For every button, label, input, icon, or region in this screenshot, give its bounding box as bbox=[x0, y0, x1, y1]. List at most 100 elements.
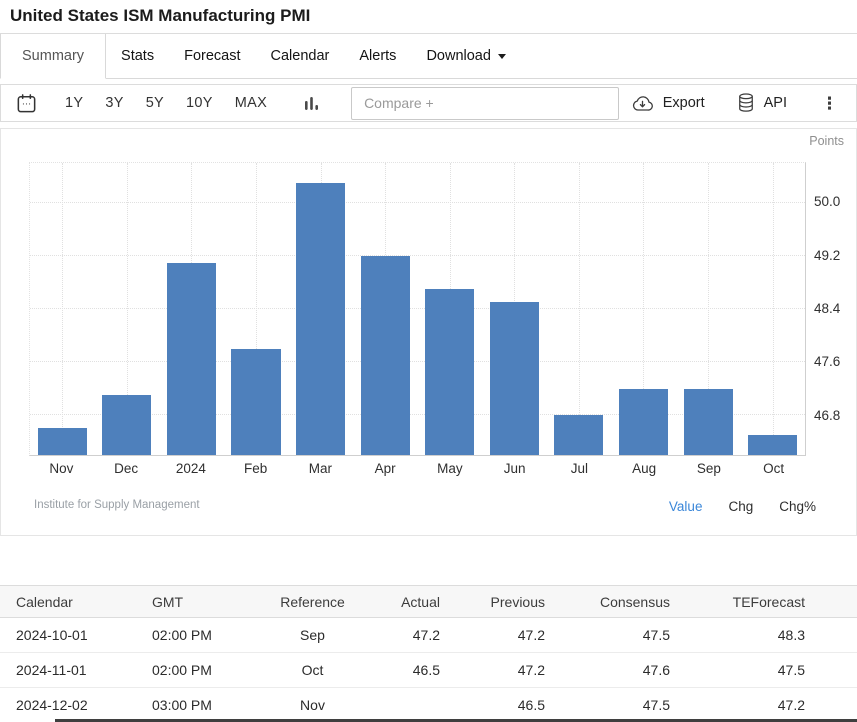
bar-slot bbox=[482, 163, 547, 455]
cell-consensus: 47.6 bbox=[570, 653, 695, 688]
calendar-icon[interactable] bbox=[15, 92, 38, 115]
cell-actual bbox=[365, 688, 465, 722]
bar-slot bbox=[353, 163, 418, 455]
gridline bbox=[579, 163, 580, 455]
tab-stats[interactable]: Stats bbox=[106, 34, 169, 78]
mode-value[interactable]: Value bbox=[669, 499, 703, 514]
cell-consensus: 47.5 bbox=[570, 618, 695, 653]
bar-sep[interactable] bbox=[684, 389, 733, 455]
x-axis-label-mar: Mar bbox=[288, 461, 353, 476]
ism-pmi-page: United States ISM Manufacturing PMI Summ… bbox=[0, 0, 857, 722]
bar-chart-icon[interactable] bbox=[304, 94, 320, 112]
range-buttons: 1Y 3Y 5Y 10Y MAX bbox=[65, 95, 267, 111]
table-row: 2024-11-0102:00 PMOct46.547.247.647.5 bbox=[0, 653, 857, 688]
x-axis-label-jul: Jul bbox=[547, 461, 612, 476]
cell-actual: 47.2 bbox=[365, 618, 465, 653]
x-axis-label-oct: Oct bbox=[741, 461, 806, 476]
export-button[interactable]: Export bbox=[630, 94, 705, 113]
cloud-download-icon bbox=[630, 94, 655, 113]
bar-aug[interactable] bbox=[619, 389, 668, 455]
x-axis-label-2024: 2024 bbox=[159, 461, 224, 476]
range-1y[interactable]: 1Y bbox=[65, 95, 83, 111]
tab-calendar[interactable]: Calendar bbox=[256, 34, 345, 78]
table-header-row: CalendarGMTReferenceActualPreviousConsen… bbox=[0, 586, 857, 618]
bar-may[interactable] bbox=[425, 289, 474, 455]
cell-teforecast: 47.2 bbox=[695, 688, 857, 722]
tab-forecast[interactable]: Forecast bbox=[169, 34, 255, 78]
bar-jun[interactable] bbox=[490, 302, 539, 455]
table-row: 2024-10-0102:00 PMSep47.247.247.548.3 bbox=[0, 618, 857, 653]
tab-download[interactable]: Download bbox=[411, 34, 521, 78]
gridline bbox=[773, 163, 774, 455]
x-axis-label-nov: Nov bbox=[29, 461, 94, 476]
caret-down-icon bbox=[498, 54, 506, 59]
cell-teforecast: 48.3 bbox=[695, 618, 857, 653]
x-axis-label-jun: Jun bbox=[482, 461, 547, 476]
cell-reference: Oct bbox=[260, 653, 365, 688]
column-header-teforecast: TEForecast bbox=[695, 586, 857, 618]
bar-slot bbox=[547, 163, 612, 455]
x-axis-labels: NovDec2024FebMarAprMayJunJulAugSepOct bbox=[29, 461, 806, 476]
bar-slot bbox=[611, 163, 676, 455]
cell-calendar: 2024-11-01 bbox=[0, 653, 140, 688]
column-header-previous: Previous bbox=[465, 586, 570, 618]
gridline bbox=[62, 163, 63, 455]
cell-consensus: 47.5 bbox=[570, 688, 695, 722]
chart-mode-switcher: Value Chg Chg% bbox=[669, 499, 816, 514]
bar-dec[interactable] bbox=[102, 395, 151, 455]
bar-slot bbox=[417, 163, 482, 455]
toolbar-right-group: Export API ⋮ bbox=[630, 92, 842, 114]
mode-chgpct[interactable]: Chg% bbox=[779, 499, 816, 514]
tab-summary[interactable]: Summary bbox=[0, 34, 106, 79]
x-axis-label-may: May bbox=[418, 461, 483, 476]
tab-bar: SummaryStatsForecastCalendarAlertsDownlo… bbox=[0, 33, 857, 79]
cell-reference: Nov bbox=[260, 688, 365, 722]
cell-calendar: 2024-10-01 bbox=[0, 618, 140, 653]
cell-gmt: 02:00 PM bbox=[140, 618, 260, 653]
bar-slot bbox=[95, 163, 160, 455]
bar-apr[interactable] bbox=[361, 256, 410, 455]
bar-2024[interactable] bbox=[167, 263, 216, 455]
cell-actual: 46.5 bbox=[365, 653, 465, 688]
kebab-menu-icon[interactable]: ⋮ bbox=[817, 95, 842, 112]
cell-previous: 46.5 bbox=[465, 688, 570, 722]
chart-toolbar: 1Y 3Y 5Y 10Y MAX Export bbox=[0, 84, 857, 122]
range-10y[interactable]: 10Y bbox=[186, 95, 213, 111]
range-max[interactable]: MAX bbox=[235, 95, 267, 111]
column-header-calendar: Calendar bbox=[0, 586, 140, 618]
api-label: API bbox=[764, 95, 787, 111]
x-axis-label-sep: Sep bbox=[677, 461, 742, 476]
bar-nov[interactable] bbox=[38, 428, 87, 455]
plot-area bbox=[29, 162, 806, 456]
range-3y[interactable]: 3Y bbox=[105, 95, 123, 111]
cell-previous: 47.2 bbox=[465, 618, 570, 653]
bar-feb[interactable] bbox=[231, 349, 280, 455]
y-axis-tick-label: 46.8 bbox=[814, 408, 854, 423]
column-header-actual: Actual bbox=[365, 586, 465, 618]
bar-slot bbox=[288, 163, 353, 455]
column-header-gmt: GMT bbox=[140, 586, 260, 618]
cell-gmt: 03:00 PM bbox=[140, 688, 260, 722]
y-axis-tick-label: 49.2 bbox=[814, 248, 854, 263]
export-label: Export bbox=[663, 95, 705, 111]
mode-chg[interactable]: Chg bbox=[728, 499, 753, 514]
y-axis-tick-label: 50.0 bbox=[814, 194, 854, 209]
api-button[interactable]: API bbox=[736, 92, 787, 114]
cell-calendar: 2024-12-02 bbox=[0, 688, 140, 722]
x-axis-label-dec: Dec bbox=[94, 461, 159, 476]
range-5y[interactable]: 5Y bbox=[146, 95, 164, 111]
bar-slot bbox=[159, 163, 224, 455]
tab-alerts[interactable]: Alerts bbox=[344, 34, 411, 78]
bar-slot bbox=[30, 163, 95, 455]
bar-oct[interactable] bbox=[748, 435, 797, 455]
bar-mar[interactable] bbox=[296, 183, 345, 455]
bar-jul[interactable] bbox=[554, 415, 603, 455]
column-header-reference: Reference bbox=[260, 586, 365, 618]
cell-teforecast: 47.5 bbox=[695, 653, 857, 688]
y-axis-tick-label: 47.6 bbox=[814, 354, 854, 369]
compare-input[interactable] bbox=[351, 87, 619, 120]
bar-slot bbox=[740, 163, 805, 455]
chart-panel: Points NovDec2024FebMarAprMayJunJulAugSe… bbox=[0, 128, 857, 536]
table-row: 2024-12-0203:00 PMNov 46.547.547.2 bbox=[0, 688, 857, 722]
bar-slot bbox=[676, 163, 741, 455]
